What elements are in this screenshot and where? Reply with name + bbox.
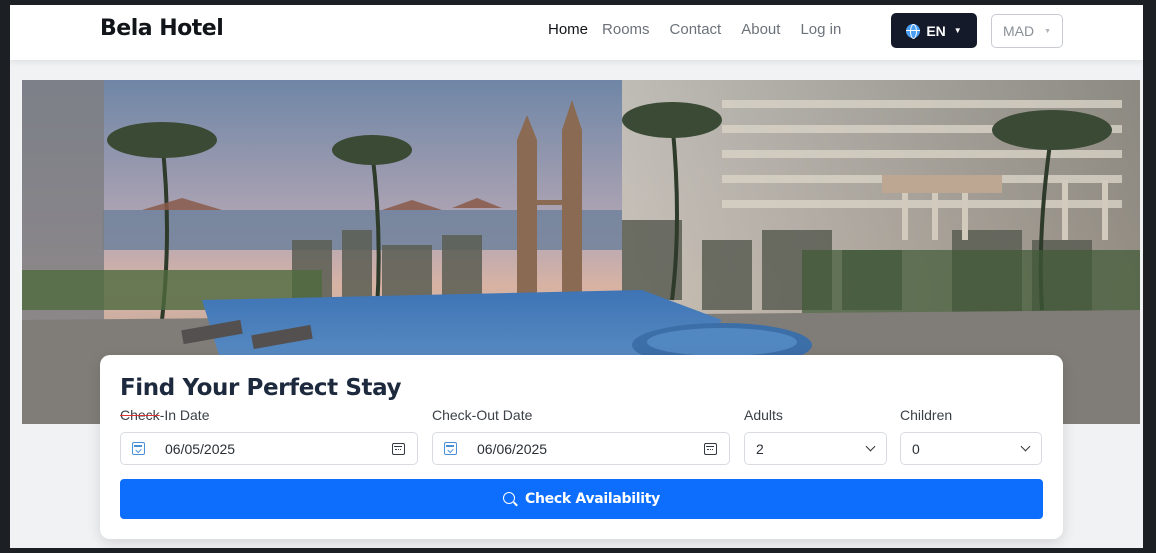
currency-dropdown-button[interactable]: MAD ▼: [991, 14, 1063, 48]
children-value: 0: [912, 440, 920, 457]
caret-down-icon: ▼: [953, 26, 962, 35]
check-availability-label: Check Availability: [524, 491, 660, 507]
nav-link-login[interactable]: Log in: [800, 21, 841, 38]
browser-viewport: Bela Hotel Home Rooms Contact About Log …: [10, 5, 1143, 548]
search-card: Find Your Perfect Stay Check-In Date 06/…: [100, 355, 1063, 539]
children-select[interactable]: 0: [900, 432, 1042, 465]
checkin-date-value: 06/05/2025: [165, 440, 236, 457]
globe-icon: [906, 23, 921, 39]
checkin-label: Check-In Date: [120, 407, 210, 423]
nav-link-rooms[interactable]: Rooms: [602, 21, 650, 38]
nav-link-about[interactable]: About: [741, 21, 780, 38]
search-icon: [502, 492, 515, 504]
chevron-down-icon: [1020, 441, 1031, 452]
checkout-label: Check-Out Date: [432, 407, 533, 423]
nav-links: Home Rooms Contact About Log in: [548, 21, 861, 38]
nav-link-contact[interactable]: Contact: [670, 21, 722, 38]
calendar-check-icon: [444, 442, 457, 455]
checkin-date-input[interactable]: 06/05/2025: [120, 432, 418, 465]
children-label: Children: [900, 407, 953, 423]
adults-select[interactable]: 2: [744, 432, 887, 465]
checkin-label-rest: -In Date: [159, 407, 210, 423]
navbar: Bela Hotel Home Rooms Contact About Log …: [10, 5, 1143, 60]
caret-down-icon: ▼: [1044, 27, 1052, 35]
checkout-date-value: 06/06/2025: [477, 440, 548, 457]
language-dropdown-button[interactable]: EN ▼: [891, 13, 977, 48]
checkin-label-struck: Check: [120, 407, 160, 423]
language-label: EN: [926, 22, 946, 39]
calendar-picker-icon[interactable]: [704, 442, 717, 455]
adults-value: 2: [756, 440, 764, 457]
calendar-check-icon: [132, 442, 145, 455]
chevron-down-icon: [865, 441, 876, 452]
calendar-picker-icon[interactable]: [392, 442, 405, 455]
checkout-date-input[interactable]: 06/06/2025: [432, 432, 730, 465]
adults-label: Adults: [744, 407, 783, 423]
currency-label: MAD: [1002, 23, 1035, 39]
brand-logo[interactable]: Bela Hotel: [100, 16, 224, 41]
search-card-title: Find Your Perfect Stay: [120, 375, 402, 401]
check-availability-button[interactable]: Check Availability: [120, 479, 1043, 519]
nav-link-home[interactable]: Home: [548, 21, 588, 38]
